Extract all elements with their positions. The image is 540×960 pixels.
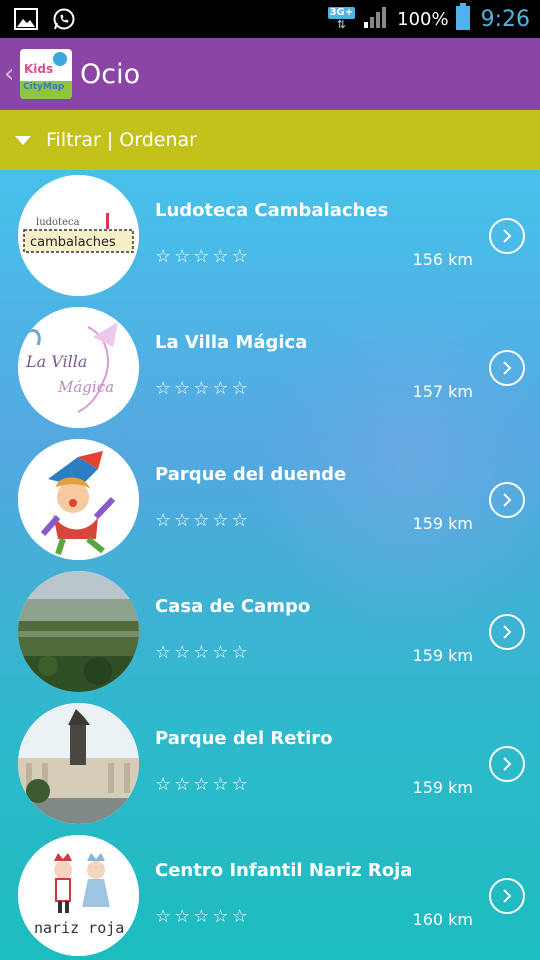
svg-text:Kids: Kids xyxy=(24,62,53,76)
status-bar: 3G+ ⇅ 100% 9:26 xyxy=(0,0,540,38)
star-empty-icon[interactable]: ☆ xyxy=(212,776,228,794)
star-empty-icon[interactable]: ☆ xyxy=(174,380,190,398)
star-empty-icon[interactable]: ☆ xyxy=(155,248,171,266)
rating-stars[interactable]: ☆ ☆ ☆ ☆ ☆ xyxy=(155,248,248,266)
star-empty-icon[interactable]: ☆ xyxy=(193,776,209,794)
filter-sort-bar[interactable]: Filtrar | Ordenar xyxy=(0,110,540,170)
battery-percent: 100% xyxy=(397,8,449,30)
signal-icon xyxy=(363,5,391,33)
list-item[interactable]: Parque del duende ☆ ☆ ☆ ☆ ☆ 159 km xyxy=(0,434,540,566)
star-empty-icon[interactable]: ☆ xyxy=(155,644,171,662)
place-name: Parque del duende xyxy=(155,464,347,485)
svg-text:La Villa: La Villa xyxy=(25,352,87,371)
star-empty-icon[interactable]: ☆ xyxy=(232,248,248,266)
clock: 9:26 xyxy=(480,6,530,32)
place-name: Centro Infantil Nariz Roja xyxy=(155,860,413,881)
star-empty-icon[interactable]: ☆ xyxy=(232,776,248,794)
place-name: Casa de Campo xyxy=(155,596,311,617)
caret-down-icon xyxy=(15,135,31,145)
page-title: Ocio xyxy=(80,58,141,90)
star-empty-icon[interactable]: ☆ xyxy=(155,380,171,398)
star-empty-icon[interactable]: ☆ xyxy=(212,908,228,926)
star-empty-icon[interactable]: ☆ xyxy=(212,512,228,530)
star-empty-icon[interactable]: ☆ xyxy=(212,248,228,266)
rating-stars[interactable]: ☆ ☆ ☆ ☆ ☆ xyxy=(155,644,248,662)
open-detail-button[interactable] xyxy=(489,482,525,518)
list-item[interactable]: ludoteca cambalaches Ludoteca Cambalache… xyxy=(0,170,540,302)
place-thumbnail: La Villa Mágica xyxy=(18,307,139,428)
open-detail-button[interactable] xyxy=(489,350,525,386)
rating-stars[interactable]: ☆ ☆ ☆ ☆ ☆ xyxy=(155,380,248,398)
place-distance: 159 km xyxy=(412,778,473,797)
star-empty-icon[interactable]: ☆ xyxy=(232,512,248,530)
place-thumbnail xyxy=(18,439,139,560)
list-item[interactable]: Parque del Retiro ☆ ☆ ☆ ☆ ☆ 159 km xyxy=(0,698,540,830)
chevron-right-icon xyxy=(503,361,512,375)
star-empty-icon[interactable]: ☆ xyxy=(174,908,190,926)
svg-text:ludoteca: ludoteca xyxy=(36,217,80,228)
place-distance: 159 km xyxy=(412,514,473,533)
star-empty-icon[interactable]: ☆ xyxy=(193,380,209,398)
svg-text:Mágica: Mágica xyxy=(57,378,114,396)
place-distance: 157 km xyxy=(412,382,473,401)
place-thumbnail xyxy=(18,571,139,692)
open-detail-button[interactable] xyxy=(489,746,525,782)
star-empty-icon[interactable]: ☆ xyxy=(232,644,248,662)
star-empty-icon[interactable]: ☆ xyxy=(174,248,190,266)
place-name: Ludoteca Cambalaches xyxy=(155,200,389,221)
chevron-right-icon xyxy=(503,757,512,771)
place-distance: 159 km xyxy=(412,646,473,665)
chevron-right-icon xyxy=(503,625,512,639)
place-thumbnail: ludoteca cambalaches xyxy=(18,175,139,296)
open-detail-button[interactable] xyxy=(489,218,525,254)
place-distance: 156 km xyxy=(412,250,473,269)
star-empty-icon[interactable]: ☆ xyxy=(174,644,190,662)
svg-text:cambalaches: cambalaches xyxy=(30,235,116,250)
star-empty-icon[interactable]: ☆ xyxy=(232,380,248,398)
star-empty-icon[interactable]: ☆ xyxy=(193,644,209,662)
open-detail-button[interactable] xyxy=(489,614,525,650)
gallery-notification-icon xyxy=(14,8,38,34)
filter-sort-label: Filtrar | Ordenar xyxy=(46,129,197,151)
place-name: La Villa Mágica xyxy=(155,332,308,353)
list-item[interactable]: nariz roja Centro Infantil Nariz Roja ☆ … xyxy=(0,830,540,960)
star-empty-icon[interactable]: ☆ xyxy=(212,380,228,398)
network-type-icon: 3G+ ⇅ xyxy=(327,7,356,31)
star-empty-icon[interactable]: ☆ xyxy=(193,908,209,926)
rating-stars[interactable]: ☆ ☆ ☆ ☆ ☆ xyxy=(155,512,248,530)
battery-icon xyxy=(455,3,471,35)
place-thumbnail xyxy=(18,703,139,824)
star-empty-icon[interactable]: ☆ xyxy=(155,776,171,794)
rating-stars[interactable]: ☆ ☆ ☆ ☆ ☆ xyxy=(155,776,248,794)
list-item[interactable]: Casa de Campo ☆ ☆ ☆ ☆ ☆ 159 km xyxy=(0,566,540,698)
open-detail-button[interactable] xyxy=(489,878,525,914)
chevron-right-icon xyxy=(503,229,512,243)
svg-text:nariz roja: nariz roja xyxy=(34,919,124,937)
rating-stars[interactable]: ☆ ☆ ☆ ☆ ☆ xyxy=(155,908,248,926)
whatsapp-notification-icon xyxy=(52,7,76,35)
place-thumbnail: nariz roja xyxy=(18,835,139,956)
chevron-right-icon xyxy=(503,493,512,507)
star-empty-icon[interactable]: ☆ xyxy=(155,512,171,530)
star-empty-icon[interactable]: ☆ xyxy=(212,644,228,662)
back-chevron-icon[interactable]: ‹ xyxy=(4,59,18,89)
star-empty-icon[interactable]: ☆ xyxy=(193,248,209,266)
star-empty-icon[interactable]: ☆ xyxy=(174,512,190,530)
list-item[interactable]: La Villa Mágica La Villa Mágica ☆ ☆ ☆ ☆ … xyxy=(0,302,540,434)
star-empty-icon[interactable]: ☆ xyxy=(193,512,209,530)
app-bar: ‹ Kids CityMap Ocio xyxy=(0,38,540,110)
chevron-right-icon xyxy=(503,889,512,903)
star-empty-icon[interactable]: ☆ xyxy=(232,908,248,926)
app-logo[interactable]: Kids CityMap xyxy=(20,49,72,99)
star-empty-icon[interactable]: ☆ xyxy=(174,776,190,794)
places-list[interactable]: ludoteca cambalaches Ludoteca Cambalache… xyxy=(0,170,540,960)
place-distance: 160 km xyxy=(412,910,473,929)
svg-text:CityMap: CityMap xyxy=(23,82,65,92)
star-empty-icon[interactable]: ☆ xyxy=(155,908,171,926)
place-name: Parque del Retiro xyxy=(155,728,333,749)
